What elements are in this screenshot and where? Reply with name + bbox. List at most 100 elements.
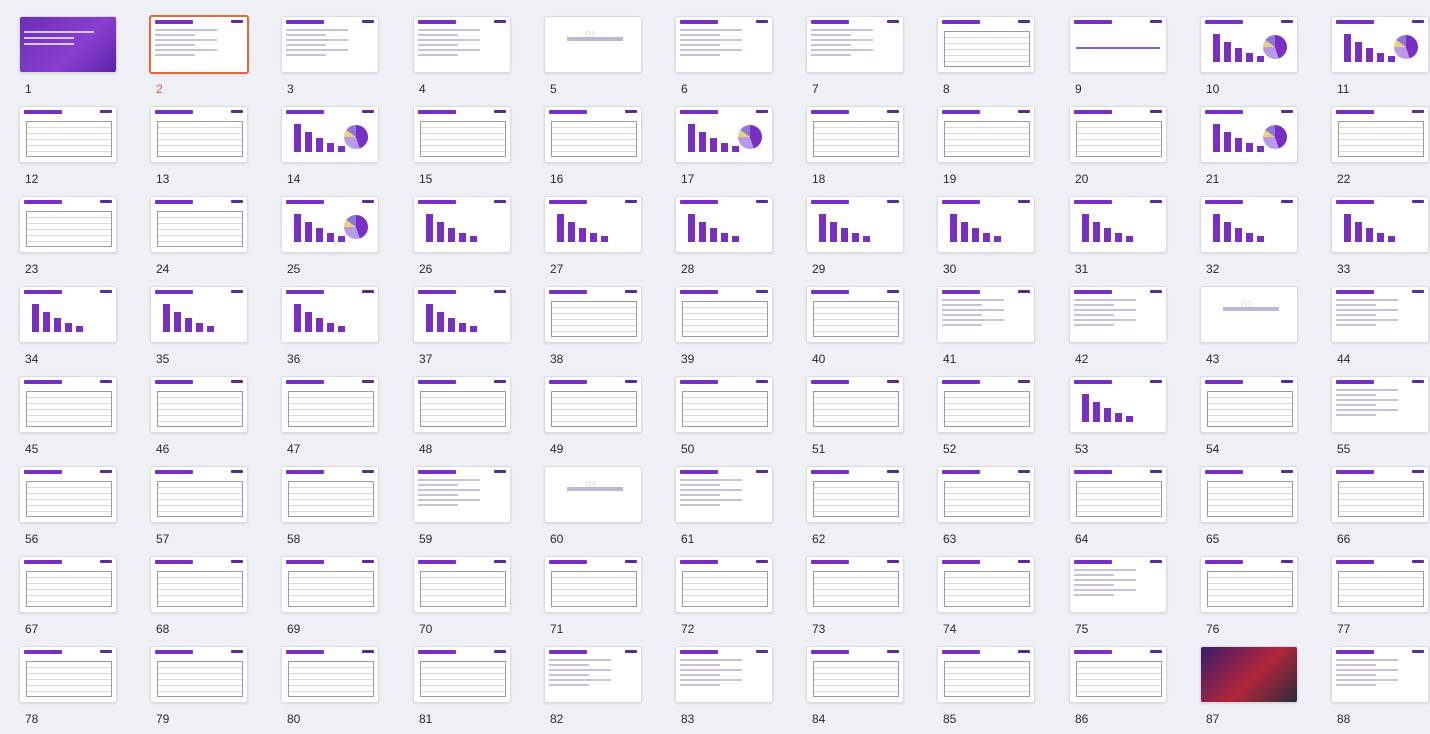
slide-thumbnail[interactable] [150,376,248,433]
slide-thumbnail[interactable] [806,466,904,523]
slide-thumbnail[interactable] [937,286,1035,343]
slide-thumbnail[interactable] [413,556,511,613]
slide-thumbnail[interactable] [937,376,1035,433]
slide-thumbnail[interactable] [150,556,248,613]
slide-thumbnail[interactable] [937,16,1035,73]
slide-thumbnail[interactable] [1200,466,1298,523]
slide-thumbnail[interactable] [281,646,379,703]
slide-thumbnail[interactable] [1200,556,1298,613]
slide-thumbnail[interactable] [1200,16,1298,73]
slide-thumbnail[interactable] [675,286,773,343]
slide-thumbnail[interactable] [544,376,642,433]
slide-thumbnail[interactable] [675,16,773,73]
slide-header-bar [549,380,587,384]
slide-thumbnail[interactable] [544,556,642,613]
slide-thumbnail[interactable] [1200,106,1298,163]
slide-thumbnail[interactable] [1069,466,1167,523]
slide-thumbnail[interactable] [281,106,379,163]
chart-bar [338,146,345,152]
slide-thumbnail[interactable] [413,466,511,523]
slide-thumbnail[interactable] [806,106,904,163]
slide-thumbnail[interactable] [1200,196,1298,253]
slide-thumbnail[interactable] [1069,646,1167,703]
slide-thumbnail[interactable] [675,376,773,433]
slide-thumbnail[interactable] [937,466,1035,523]
slide-cell: 16 [544,106,675,194]
slide-thumbnail[interactable] [281,466,379,523]
slide-thumbnail[interactable] [1331,376,1429,433]
slide-thumbnail[interactable] [1069,286,1167,343]
slide-thumbnail[interactable] [937,196,1035,253]
slide-thumbnail[interactable] [1331,646,1429,703]
slide-thumbnail[interactable] [19,286,117,343]
slide-thumbnail[interactable] [149,15,249,74]
slide-thumbnail[interactable] [413,16,511,73]
slide-thumbnail[interactable] [1331,466,1429,523]
slide-thumbnail[interactable] [937,106,1035,163]
slide-thumbnail[interactable] [1331,16,1429,73]
slide-thumbnail[interactable] [806,196,904,253]
slide-thumbnail[interactable] [150,106,248,163]
slide-table [1076,481,1162,517]
slide-thumbnail[interactable] [1069,376,1167,433]
slide-thumbnail[interactable] [19,16,117,73]
slide-thumbnail[interactable] [413,106,511,163]
slide-thumbnail[interactable] [19,556,117,613]
slide-thumbnail[interactable] [806,646,904,703]
slide-thumbnail[interactable] [1200,376,1298,433]
slide-thumbnail[interactable] [1200,646,1298,703]
slide-thumbnail[interactable]: 02 [1200,286,1298,343]
slide-thumbnail[interactable] [806,16,904,73]
slide-thumbnail[interactable] [1069,16,1167,73]
slide-number: 29 [812,262,826,276]
slide-thumbnail[interactable] [544,106,642,163]
slide-thumbnail[interactable]: 01 [544,16,642,73]
slide-thumbnail[interactable] [1069,106,1167,163]
slide-thumbnail[interactable] [544,196,642,253]
slide-thumbnail[interactable] [281,16,379,73]
slide-thumbnail[interactable] [150,466,248,523]
slide-logo [625,650,637,653]
slide-thumbnail[interactable] [675,466,773,523]
slide-thumbnail[interactable] [1331,106,1429,163]
chart-bar [1104,408,1111,422]
slide-thumbnail[interactable] [1069,556,1167,613]
pie-chart [738,125,762,149]
slide-thumbnail[interactable] [1331,196,1429,253]
slide-thumbnail[interactable] [281,376,379,433]
slide-thumbnail[interactable] [150,286,248,343]
slide-thumbnail[interactable] [19,646,117,703]
slide-thumbnail[interactable] [19,466,117,523]
slide-thumbnail[interactable] [675,556,773,613]
slide-thumbnail[interactable] [675,646,773,703]
slide-thumbnail[interactable] [1069,196,1167,253]
slide-thumbnail[interactable] [281,556,379,613]
slide-thumbnail[interactable] [675,106,773,163]
slide-header-bar [286,110,324,114]
slide-thumbnail[interactable] [413,376,511,433]
slide-thumbnail[interactable] [544,646,642,703]
slide-header-bar [811,650,849,654]
slide-thumbnail[interactable] [150,646,248,703]
slide-thumbnail[interactable] [413,286,511,343]
slide-thumbnail[interactable] [413,646,511,703]
slide-thumbnail[interactable] [1331,286,1429,343]
slide-thumbnail[interactable] [1331,556,1429,613]
slide-thumbnail[interactable] [19,196,117,253]
slide-thumbnail[interactable] [413,196,511,253]
slide-thumbnail[interactable] [806,556,904,613]
slide-cell: 21 [1200,106,1331,194]
slide-thumbnail[interactable] [19,106,117,163]
slide-thumbnail[interactable] [150,196,248,253]
slide-thumbnail[interactable] [806,376,904,433]
slide-thumbnail[interactable] [937,646,1035,703]
slide-thumbnail[interactable] [19,376,117,433]
slide-cell: 37 [413,286,544,374]
slide-thumbnail[interactable] [937,556,1035,613]
slide-thumbnail[interactable] [675,196,773,253]
slide-thumbnail[interactable] [544,286,642,343]
slide-thumbnail[interactable]: 03 [544,466,642,523]
slide-thumbnail[interactable] [281,196,379,253]
slide-thumbnail[interactable] [806,286,904,343]
slide-thumbnail[interactable] [281,286,379,343]
